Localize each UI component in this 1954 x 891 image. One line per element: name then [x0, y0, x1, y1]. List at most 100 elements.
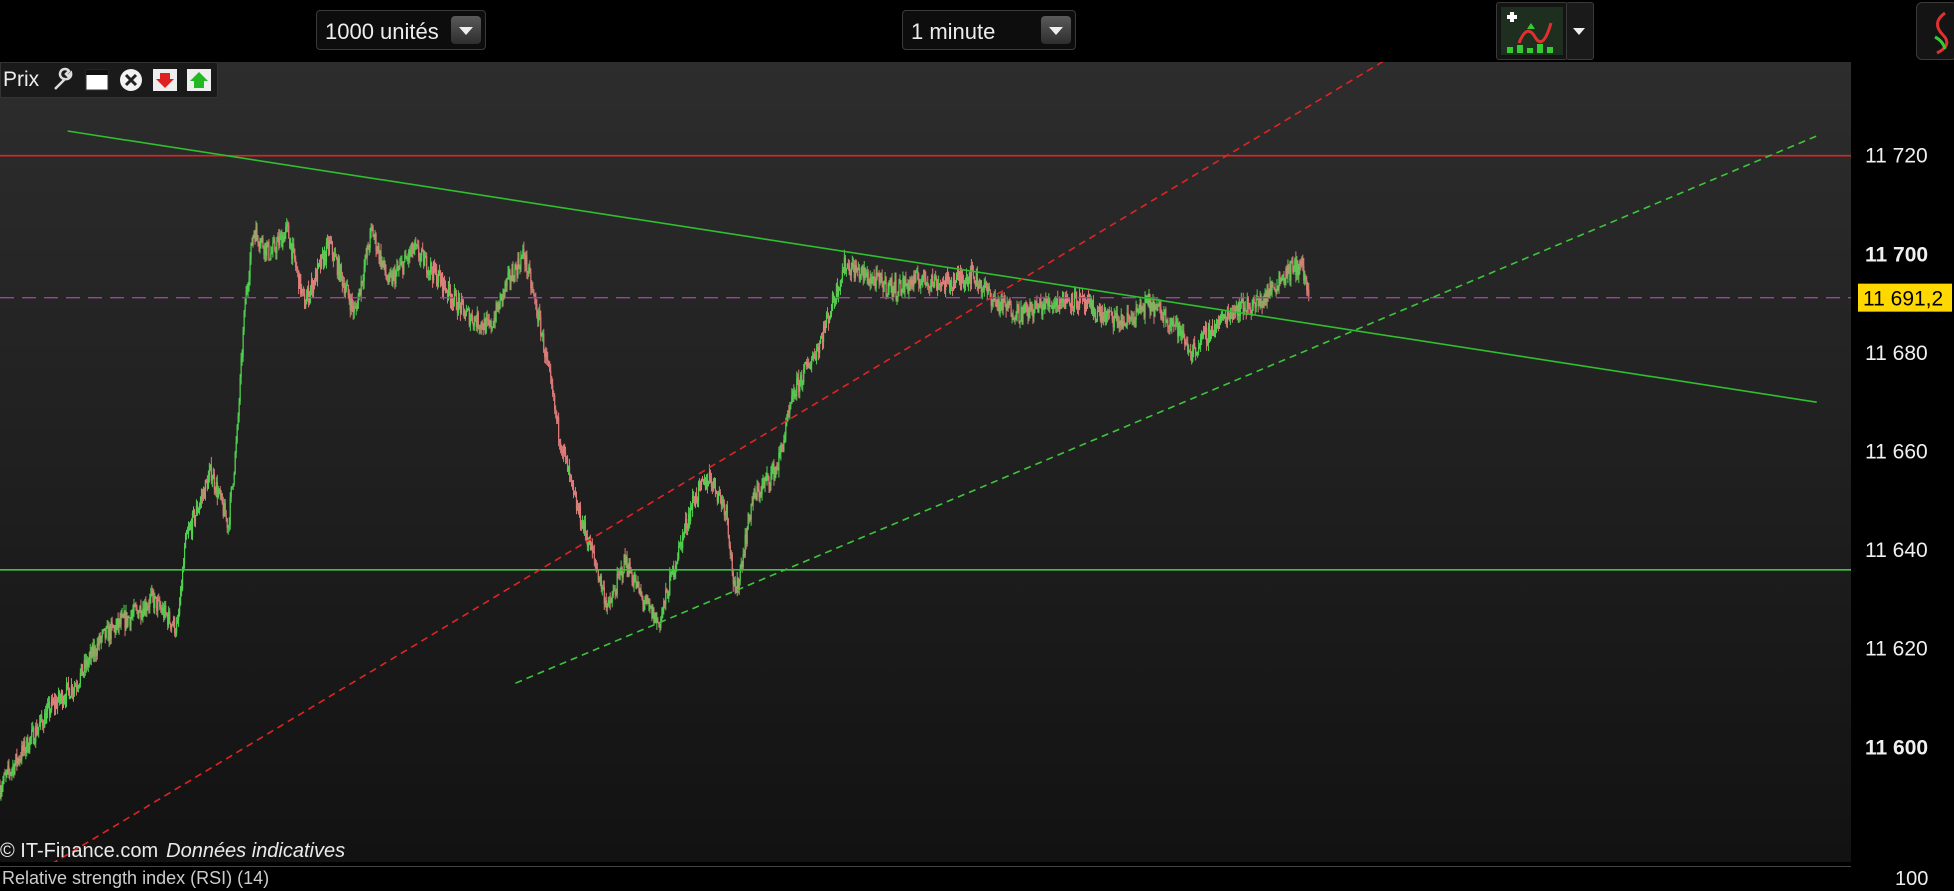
candle [918, 279, 920, 285]
candle [59, 697, 62, 701]
candle [999, 303, 1001, 313]
candle [234, 452, 236, 474]
candle [11, 769, 13, 774]
candle [1009, 300, 1011, 305]
candle [626, 556, 628, 571]
candle [288, 224, 290, 239]
candle [669, 574, 671, 596]
y-tick-label: 11 620 [1865, 638, 1928, 661]
candle [208, 469, 210, 477]
candle [591, 543, 593, 551]
candle [748, 513, 750, 518]
candle [244, 304, 246, 312]
candle [922, 275, 924, 281]
candle [1049, 299, 1051, 306]
wrench-icon[interactable] [49, 67, 77, 93]
candle [272, 242, 274, 252]
download-icon[interactable] [151, 67, 179, 93]
candle [546, 350, 548, 360]
candle [247, 286, 249, 290]
candle [1280, 280, 1282, 282]
panel-toolbar: Prix [0, 62, 219, 98]
candle [72, 690, 75, 694]
candle [398, 268, 400, 270]
candle [571, 480, 574, 484]
candle [140, 606, 142, 618]
candle [127, 616, 129, 625]
candle [668, 595, 670, 599]
candle [1211, 326, 1214, 336]
candle [308, 295, 311, 303]
candle [368, 248, 370, 250]
candle [964, 280, 967, 284]
candle [181, 570, 184, 590]
candle [384, 260, 386, 272]
candle [885, 277, 887, 295]
candle [1102, 316, 1104, 321]
candle [462, 301, 464, 309]
candle [662, 607, 664, 615]
candle [810, 364, 812, 369]
candle [1068, 300, 1070, 302]
candle [317, 263, 320, 265]
candle [386, 276, 388, 281]
candle [188, 526, 191, 529]
candle [130, 616, 132, 626]
candle [1016, 304, 1018, 319]
candle [1306, 280, 1308, 291]
candle [33, 727, 35, 744]
candle [1209, 331, 1212, 342]
candle [78, 683, 80, 687]
candle [211, 479, 213, 481]
candle [169, 611, 171, 623]
candle [717, 493, 719, 502]
candle [1198, 347, 1200, 352]
candle [684, 527, 686, 534]
candle [1, 786, 3, 791]
candle [235, 441, 237, 453]
candle [1224, 314, 1227, 322]
candle [274, 240, 276, 251]
candle [1003, 298, 1005, 301]
candle [771, 470, 773, 473]
candle [369, 230, 371, 249]
candle [285, 226, 287, 233]
upload-icon[interactable] [185, 67, 213, 93]
candle [320, 254, 323, 269]
candle [559, 439, 561, 443]
candle [932, 275, 934, 284]
candle [1038, 305, 1040, 313]
candle [14, 763, 16, 774]
candle [573, 490, 576, 495]
candle [526, 255, 528, 273]
candle [789, 406, 791, 413]
candle [102, 629, 104, 632]
candle [197, 509, 200, 513]
close-icon[interactable] [117, 67, 145, 93]
candle [174, 617, 176, 634]
candle [881, 276, 883, 285]
candle [82, 672, 84, 676]
candle [695, 493, 698, 502]
candle [375, 234, 377, 251]
candle [629, 562, 631, 573]
candle [558, 417, 560, 440]
candle [983, 285, 985, 290]
candle [31, 729, 33, 738]
candle [154, 596, 156, 608]
candle [1023, 305, 1025, 311]
candle [514, 265, 516, 282]
candle [784, 435, 786, 440]
candle [852, 263, 854, 267]
candle [574, 494, 577, 497]
candle [477, 312, 479, 328]
candle [297, 268, 299, 271]
candle [896, 296, 898, 299]
candle [928, 284, 930, 288]
candle [1240, 300, 1242, 304]
window-icon[interactable] [83, 67, 111, 93]
candle [818, 343, 821, 353]
candle [898, 283, 900, 293]
candle [325, 243, 328, 263]
candle [687, 526, 689, 529]
